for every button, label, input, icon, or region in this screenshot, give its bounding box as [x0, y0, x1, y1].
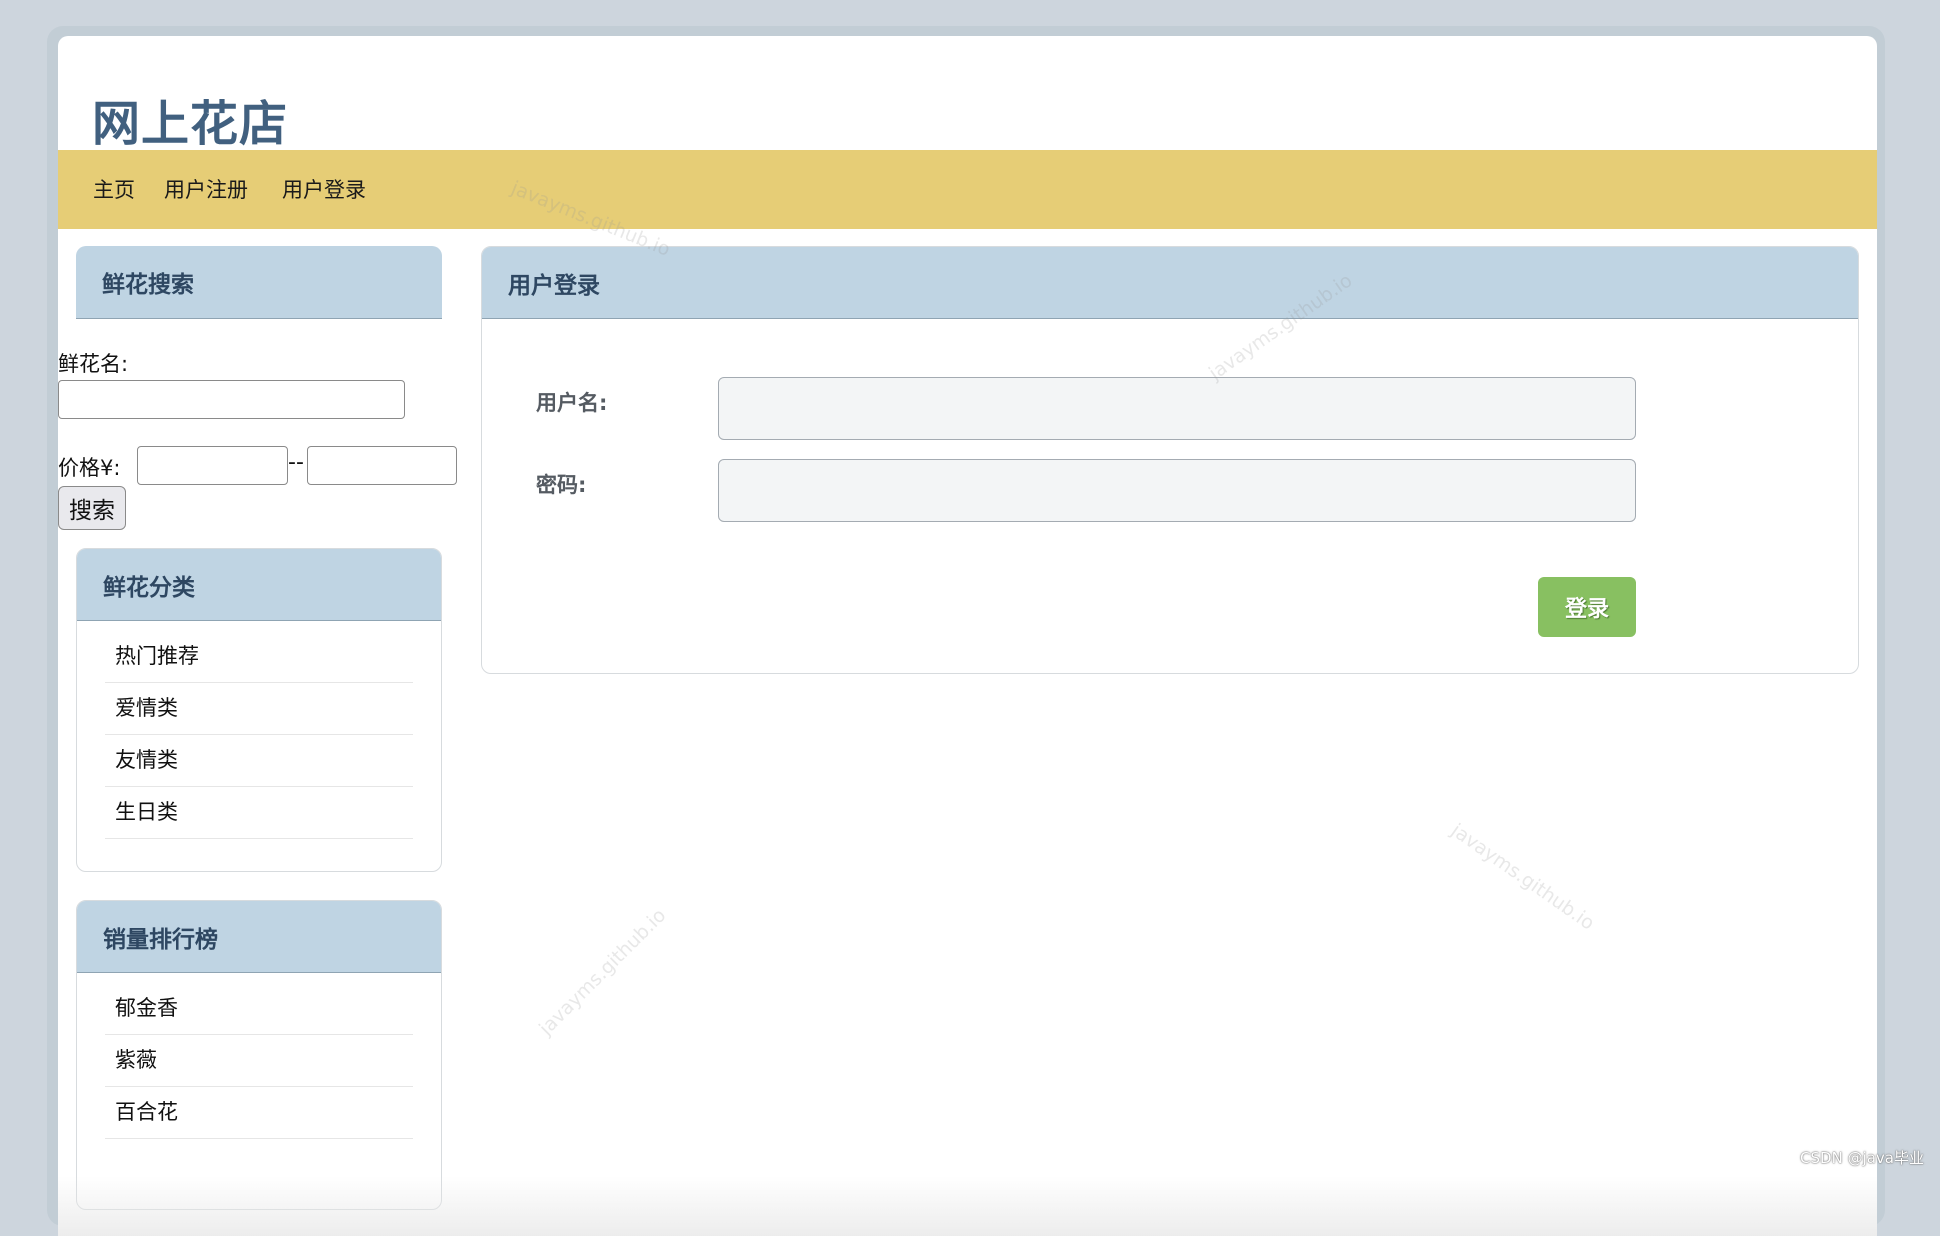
nav-home[interactable]: 主页: [93, 174, 135, 204]
sales-ranking-panel: 销量排行榜 郁金香 紫薇 百合花: [76, 900, 442, 1210]
ranking-list: 郁金香 紫薇 百合花: [77, 973, 441, 1139]
category-item[interactable]: 爱情类: [105, 683, 413, 735]
flower-name-label: 鲜花名:: [58, 352, 129, 376]
watermark-text: javayms.github.io: [535, 904, 671, 1040]
flower-name-input[interactable]: [58, 380, 405, 419]
category-panel: 鲜花分类 热门推荐 爱情类 友情类 生日类: [76, 548, 442, 872]
nav-register[interactable]: 用户注册: [164, 174, 248, 204]
username-input[interactable]: [718, 377, 1636, 440]
price-separator: --: [288, 450, 304, 475]
page: 网上花店 主页 用户注册 用户登录 鲜花搜索 鲜花名: 价格¥: -- 搜索 鲜…: [58, 36, 1877, 1236]
site-title: 网上花店: [92, 96, 289, 152]
price-max-input[interactable]: [307, 446, 457, 485]
password-input[interactable]: [718, 459, 1636, 522]
navbar: 主页 用户注册 用户登录: [58, 150, 1877, 229]
csdn-watermark: CSDN @java毕业: [1800, 1149, 1924, 1167]
category-item[interactable]: 生日类: [105, 787, 413, 839]
nav-login[interactable]: 用户登录: [282, 174, 366, 204]
category-item[interactable]: 热门推荐: [105, 631, 413, 683]
username-label: 用户名:: [536, 391, 608, 415]
category-list: 热门推荐 爱情类 友情类 生日类: [77, 621, 441, 839]
search-panel: 鲜花搜索: [76, 246, 442, 319]
ranking-item[interactable]: 郁金香: [105, 983, 413, 1035]
login-panel: 用户登录 用户名: 密码: 登录: [481, 246, 1859, 674]
watermark-text: javayms.github.io: [1447, 819, 1599, 935]
login-panel-title: 用户登录: [482, 247, 1858, 319]
ranking-item[interactable]: 百合花: [105, 1087, 413, 1139]
sales-ranking-title: 销量排行榜: [77, 901, 441, 973]
password-label: 密码:: [536, 473, 587, 497]
ranking-item[interactable]: 紫薇: [105, 1035, 413, 1087]
category-item[interactable]: 友情类: [105, 735, 413, 787]
search-panel-title: 鲜花搜索: [76, 246, 442, 319]
price-label: 价格¥:: [58, 456, 121, 480]
login-button[interactable]: 登录: [1538, 577, 1636, 637]
search-button[interactable]: 搜索: [58, 486, 126, 530]
price-min-input[interactable]: [137, 446, 288, 485]
category-panel-title: 鲜花分类: [77, 549, 441, 621]
